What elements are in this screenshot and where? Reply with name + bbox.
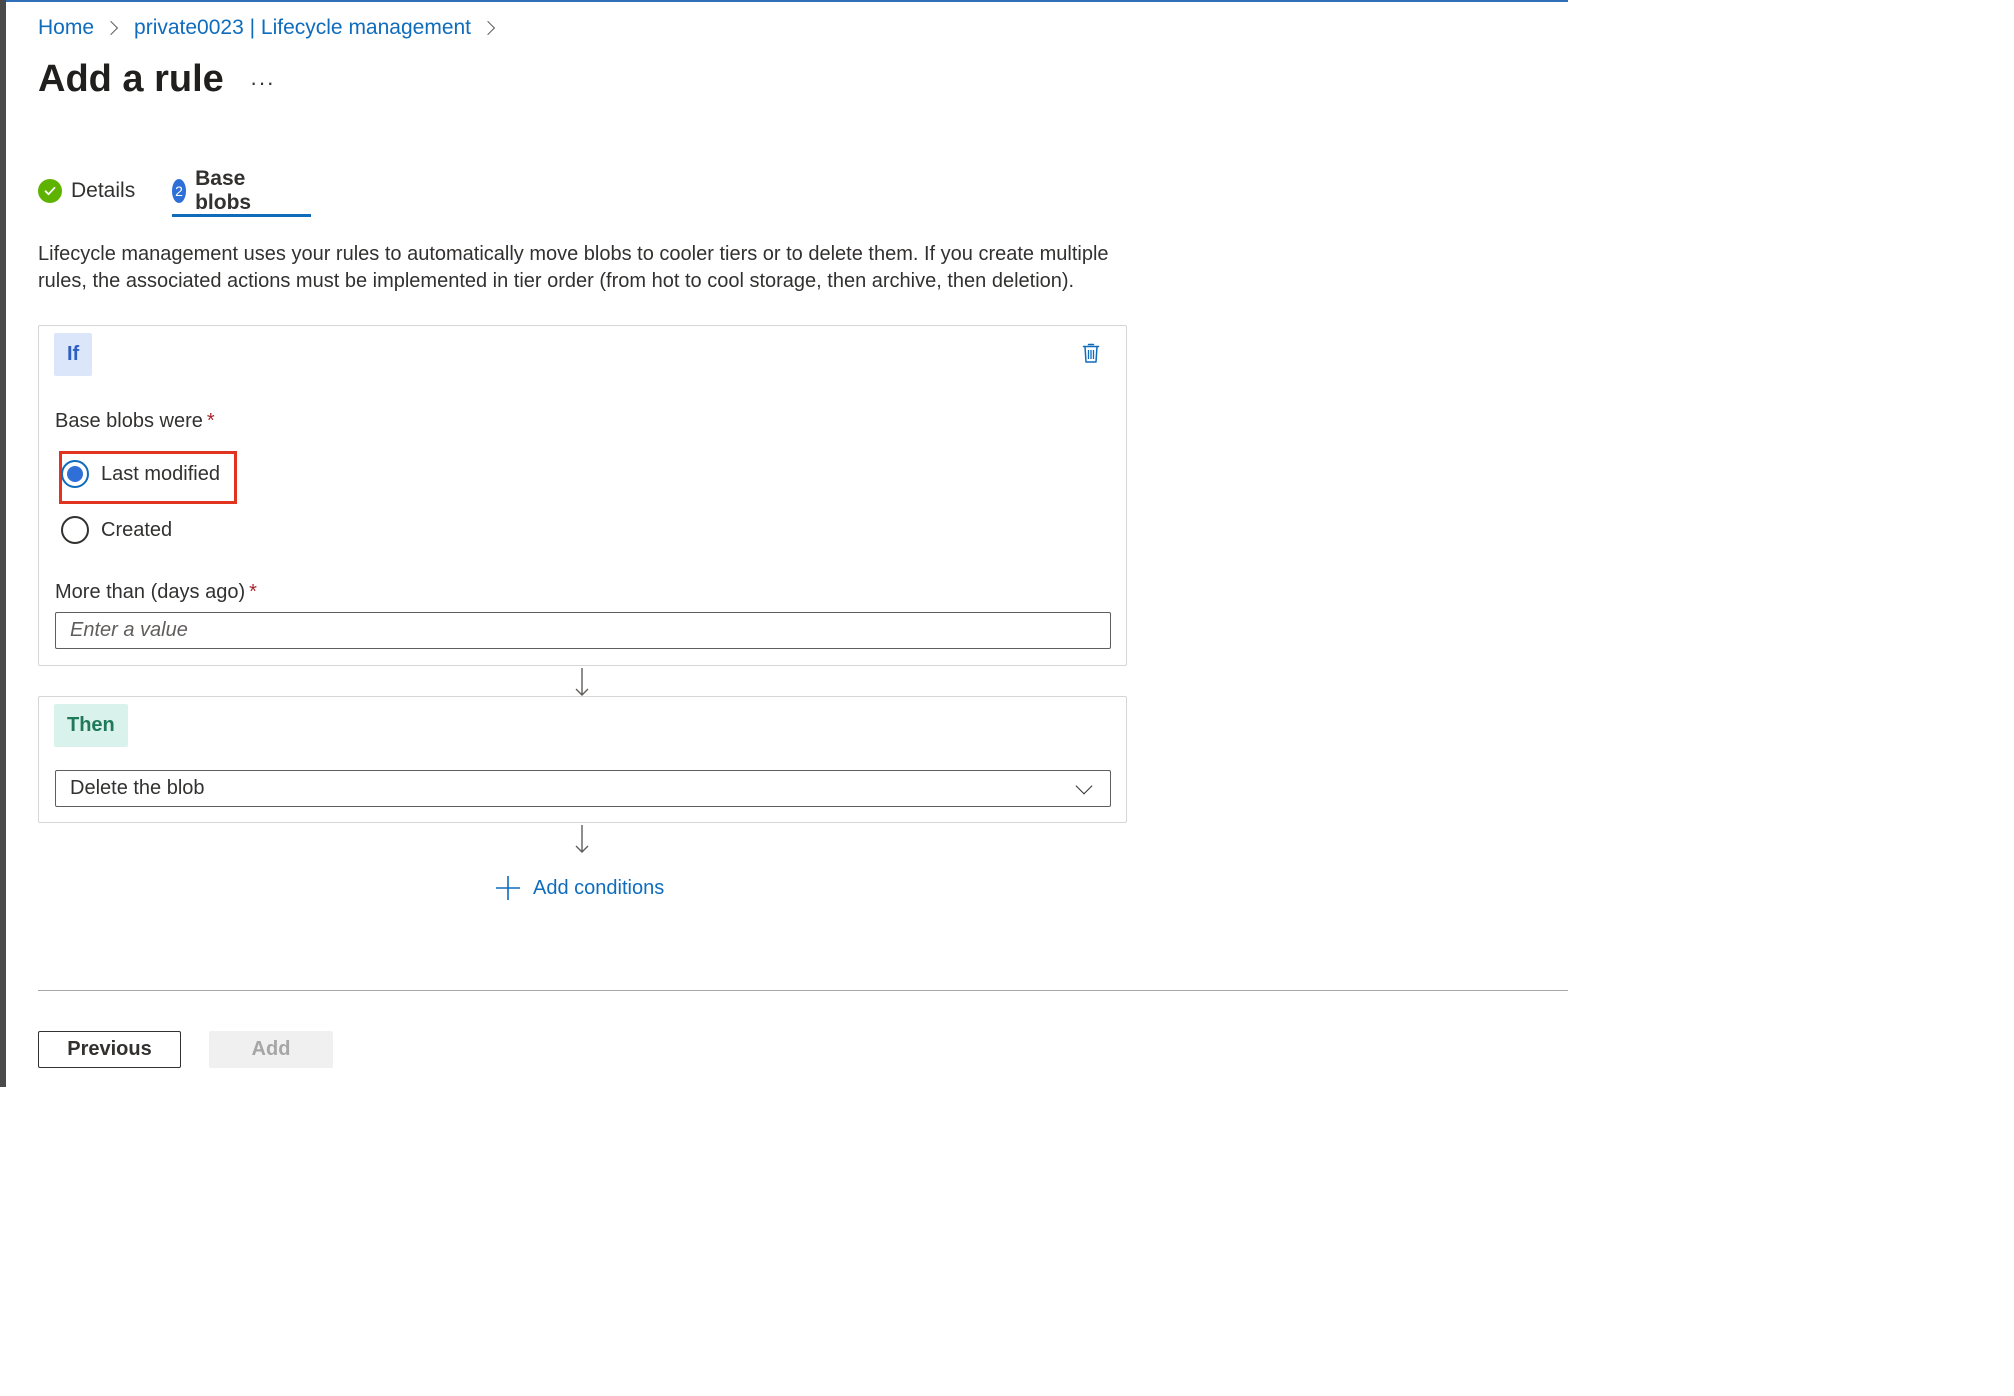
action-dropdown[interactable]: Delete the blob [55, 770, 1111, 807]
chevron-right-icon [103, 20, 119, 36]
breadcrumb-lifecycle-link[interactable]: private0023 | Lifecycle management [134, 16, 471, 40]
chevron-down-icon [1075, 777, 1093, 794]
if-pill: If [54, 333, 93, 376]
checkmark-circle-icon [38, 179, 62, 203]
radio-created-label: Created [101, 518, 173, 541]
action-dropdown-value: Delete the blob [70, 777, 205, 799]
more-than-days-text: More than (days ago) [55, 581, 246, 603]
chevron-right-icon [480, 20, 496, 36]
radio-last-modified-label: Last modified [101, 462, 220, 485]
add-conditions-button[interactable]: Add conditions [495, 875, 664, 901]
more-than-days-label: More than (days ago) * [55, 581, 257, 604]
then-action-card: Then Delete the blob [38, 696, 1127, 823]
days-ago-input[interactable] [55, 612, 1111, 649]
tab-base-blobs-label: Base blobs [195, 167, 252, 214]
delete-icon[interactable] [1082, 342, 1100, 369]
tab-details[interactable]: Details [38, 174, 135, 208]
base-blobs-were-text: Base blobs were [55, 410, 203, 432]
step-number-badge: 2 [172, 179, 187, 203]
breadcrumb: Home private0023 | Lifecycle management [38, 16, 511, 40]
previous-button[interactable]: Previous [38, 1031, 181, 1068]
radio-unselected-icon [61, 516, 89, 544]
required-asterisk: * [206, 410, 215, 432]
add-button[interactable]: Add [209, 1031, 333, 1068]
breadcrumb-home-link[interactable]: Home [38, 16, 94, 40]
arrow-down-icon [575, 825, 589, 853]
tab-details-label: Details [71, 179, 136, 202]
more-options-button[interactable]: ··· [250, 70, 275, 96]
required-asterisk: * [249, 581, 257, 603]
window-edge [0, 0, 6, 1087]
top-accent-bar [6, 0, 1568, 2]
page-title: Add a rule [38, 58, 224, 100]
plus-icon [496, 876, 520, 900]
active-tab-indicator [172, 214, 311, 217]
radio-selected-icon [61, 460, 89, 488]
then-pill: Then [54, 704, 128, 747]
description-text: Lifecycle management uses your rules to … [38, 243, 1109, 292]
radio-created[interactable]: Created [61, 516, 172, 544]
arrow-down-icon [575, 668, 589, 696]
base-blobs-were-label: Base blobs were * [55, 410, 215, 433]
tab-base-blobs[interactable]: 2 Base blobs [172, 167, 261, 214]
footer-divider [38, 990, 1568, 991]
radio-last-modified[interactable]: Last modified [61, 460, 220, 488]
add-conditions-label: Add conditions [533, 876, 665, 899]
if-condition-card: If Base blobs were * Last modified Create… [38, 325, 1127, 666]
